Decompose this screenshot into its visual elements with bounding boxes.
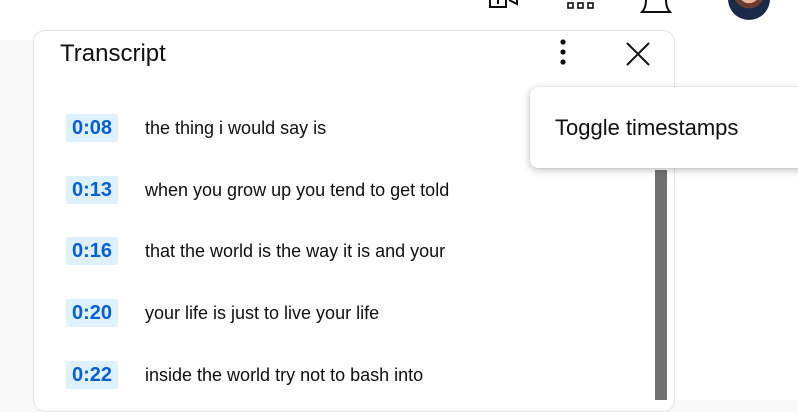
transcript-segment[interactable]: 0:20 your life is just to live your life — [34, 282, 654, 344]
segment-timestamp: 0:13 — [66, 176, 119, 204]
segment-timestamp: 0:22 — [66, 361, 119, 389]
close-icon — [622, 42, 654, 75]
notifications-icon[interactable] — [639, 0, 673, 16]
segment-text: your life is just to live your life — [145, 303, 380, 323]
more-options-button[interactable] — [548, 37, 578, 71]
segment-timestamp: 0:08 — [66, 114, 119, 142]
panel-title: Transcript — [60, 40, 166, 67]
menu-item-toggle-timestamps[interactable]: Toggle timestamps — [530, 87, 798, 168]
transcript-segment[interactable]: 0:13 when you grow up you tend to get to… — [34, 159, 654, 221]
segment-text: when you grow up you tend to get told — [145, 180, 450, 200]
avatar[interactable] — [728, 0, 770, 20]
segment-text: that the world is the way it is and your — [145, 241, 446, 261]
transcript-header: Transcript — [34, 31, 674, 89]
scrollbar-thumb[interactable] — [655, 170, 667, 400]
menu-item-label: Toggle timestamps — [555, 115, 739, 140]
more-vert-icon — [559, 38, 567, 71]
segment-timestamp: 0:20 — [66, 299, 119, 327]
create-icon[interactable] — [487, 0, 521, 14]
transcript-segment[interactable]: 0:22 inside the world try not to bash in… — [34, 344, 654, 406]
apps-icon[interactable] — [566, 0, 596, 14]
segment-text: the thing i would say is — [145, 118, 327, 138]
segment-timestamp: 0:16 — [66, 237, 119, 265]
segment-text: inside the world try not to bash into — [145, 365, 424, 385]
transcript-segment[interactable]: 0:16 that the world is the way it is and… — [34, 220, 654, 282]
close-button[interactable] — [622, 39, 654, 71]
options-menu: Toggle timestamps — [530, 87, 798, 168]
